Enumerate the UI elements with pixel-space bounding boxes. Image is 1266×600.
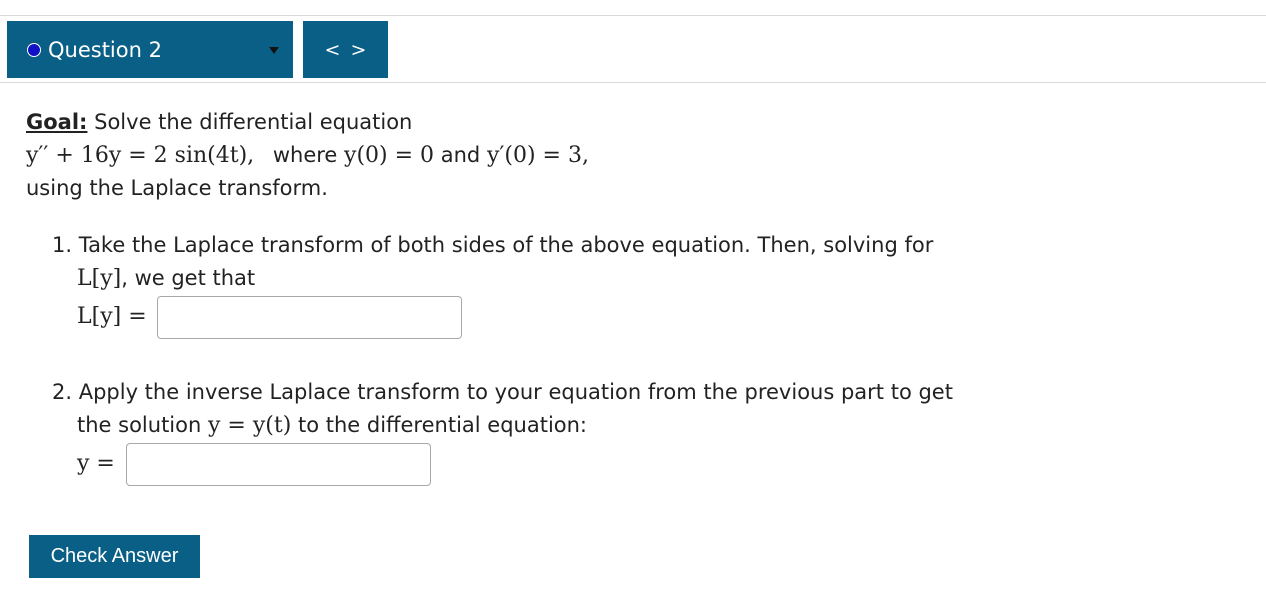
- step1-line2-rest: , we get that: [121, 266, 256, 290]
- differential-equation: y′′ + 16y = 2 sin(4t),: [26, 143, 255, 168]
- laplace-answer-input[interactable]: [157, 296, 462, 339]
- check-answer-button[interactable]: Check Answer: [29, 535, 200, 578]
- question-selector[interactable]: Question 2: [7, 21, 293, 78]
- goal-intro: Solve the differential equation: [94, 110, 413, 134]
- step2-answer-label: y =: [77, 451, 115, 476]
- goal-closing: using the Laplace transform.: [26, 176, 328, 200]
- step1-line2: L[y], we get that: [77, 262, 255, 295]
- header-divider: [0, 82, 1266, 83]
- step2-line2: the solution y = y(t) to the differentia…: [77, 409, 587, 442]
- step2-line1: 2. Apply the inverse Laplace transform t…: [52, 380, 953, 404]
- where-text: where: [272, 143, 338, 167]
- equation-line: y′′ + 16y = 2 sin(4t), where y(0) = 0 an…: [26, 139, 1026, 172]
- initial-condition-2: y′(0) = 3,: [486, 143, 589, 168]
- step2-line2-b: to the differential equation:: [297, 413, 588, 437]
- question-status-dot: [27, 42, 41, 57]
- solution-answer-input[interactable]: [126, 443, 431, 486]
- goal-label: Goal:: [26, 110, 88, 134]
- initial-condition-1: y(0) = 0: [344, 143, 435, 168]
- step2-line2-a: the solution: [77, 413, 202, 437]
- prev-question-button[interactable]: <: [320, 39, 346, 61]
- next-question-button[interactable]: >: [346, 39, 372, 61]
- step1-answer-label: L[y] =: [77, 304, 147, 329]
- step2-solution-math: y = y(t): [208, 413, 292, 438]
- question-body: Goal: Solve the differential equation y′…: [26, 106, 1026, 205]
- top-divider: [0, 15, 1266, 16]
- question-nav: < >: [303, 21, 388, 78]
- step1-ly: L[y]: [77, 266, 122, 291]
- question-selector-label: Question 2: [48, 37, 162, 62]
- dropdown-caret-icon: [269, 47, 279, 54]
- and-text: and: [440, 143, 481, 167]
- step1-line1: 1. Take the Laplace transform of both si…: [52, 233, 934, 257]
- goal-line: Goal: Solve the differential equation: [26, 106, 1026, 139]
